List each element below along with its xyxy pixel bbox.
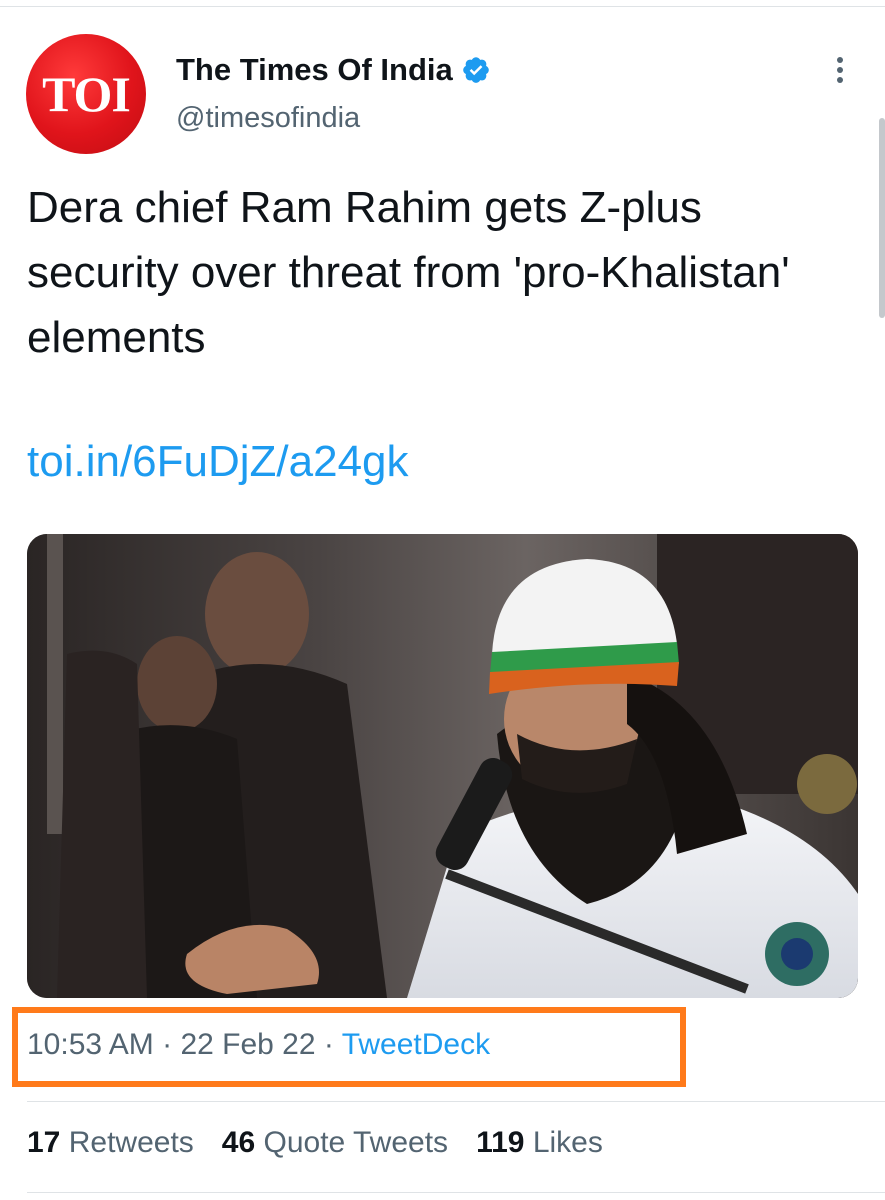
tweet-text: Dera chief Ram Rahim gets Z-plus securit… <box>27 183 790 362</box>
tweet-meta: 10:53 AM · 22 Feb 22 · TweetDeck <box>27 1028 490 1062</box>
scrollbar[interactable] <box>879 118 885 318</box>
author-name-row: The Times Of India <box>176 52 491 88</box>
tweet-stats: 17 Retweets 46 Quote Tweets 119 Likes <box>27 1126 603 1160</box>
top-divider <box>0 0 885 7</box>
tweet-date[interactable]: 22 Feb 22 <box>180 1028 315 1061</box>
tweet-time[interactable]: 10:53 AM <box>27 1028 154 1061</box>
meta-separator-2: · <box>323 1028 334 1061</box>
tweet-source[interactable]: TweetDeck <box>342 1028 490 1061</box>
photo-illustration <box>27 534 858 998</box>
likes-stat[interactable]: 119 Likes <box>476 1126 603 1160</box>
tweet-link[interactable]: toi.in/6FuDjZ/a24gk <box>27 432 409 492</box>
bottom-divider <box>27 1192 885 1193</box>
quote-tweets-label: Quote Tweets <box>263 1126 449 1159</box>
more-vertical-icon[interactable] <box>826 52 854 88</box>
display-name[interactable]: The Times Of India <box>176 52 453 88</box>
retweets-count: 17 <box>27 1126 61 1159</box>
verified-badge-icon <box>462 57 489 83</box>
divider <box>27 1101 885 1102</box>
likes-label: Likes <box>532 1126 603 1159</box>
avatar[interactable]: TOI <box>26 34 146 154</box>
quote-tweets-count: 46 <box>221 1126 256 1159</box>
avatar-logo-text: TOI <box>42 66 131 122</box>
tweet-media-image[interactable] <box>27 534 858 998</box>
quote-tweets-stat[interactable]: 46 Quote Tweets <box>222 1126 448 1160</box>
retweets-stat[interactable]: 17 Retweets <box>27 1126 194 1160</box>
meta-separator: · <box>162 1028 173 1061</box>
likes-count: 119 <box>476 1126 525 1159</box>
account-handle[interactable]: @timesofindia <box>176 102 360 135</box>
retweets-label: Retweets <box>68 1126 194 1159</box>
